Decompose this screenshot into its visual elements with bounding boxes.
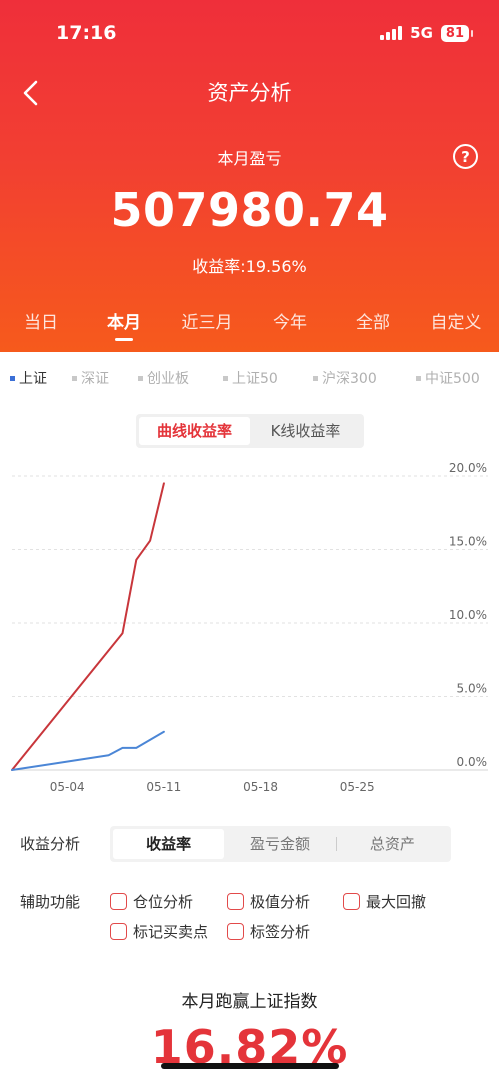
index-csi500[interactable]: 中证500 <box>416 368 480 388</box>
checkbox-extreme-analysis[interactable]: 极值分析 <box>227 891 310 912</box>
yield-chart: 20.0%15.0%10.0%5.0%0.0% 05-04 05-11 05-18 0… <box>11 461 488 794</box>
checkbox-mark-trades[interactable]: 标记买卖点 <box>110 921 208 942</box>
chart-series <box>11 482 165 771</box>
index-marker <box>313 375 318 381</box>
checkbox-tag-analysis[interactable]: 标签分析 <box>227 921 310 942</box>
tab-this-month[interactable]: 本月 <box>107 308 141 333</box>
x-tick-label: 05-25 <box>340 780 375 794</box>
checkbox-label: 极值分析 <box>250 893 311 911</box>
analysis-label: 收益分析 <box>20 835 81 853</box>
page-title: 资产分析 <box>207 81 292 105</box>
checkbox-label: 仓位分析 <box>133 893 194 911</box>
beat-index-title: 本月跑赢上证指数 <box>181 992 318 1012</box>
tab-custom[interactable]: 自定义 <box>431 308 482 333</box>
index-marker <box>138 375 143 381</box>
tab-all[interactable]: 全部 <box>356 308 390 333</box>
help-icon[interactable]: ? <box>452 143 479 170</box>
tab-three-months[interactable]: 近三月 <box>182 308 233 333</box>
network-type: 5G <box>410 24 433 42</box>
chart-type-toggle: 曲线收益率 K线收益率 <box>136 414 364 448</box>
yield-value: 19.56% <box>245 257 307 276</box>
pl-amount: 507980.74 <box>110 183 389 237</box>
chart-y-ticks: 20.0% 15.0% 10.0% 5.0% 0.0% <box>449 461 487 769</box>
checkbox-label: 最大回撤 <box>366 893 427 911</box>
index-shenzhen[interactable]: 深证 <box>72 368 109 388</box>
x-tick-label: 05-18 <box>243 780 278 794</box>
x-tick-label: 05-11 <box>146 780 181 794</box>
checkbox-label: 标记买卖点 <box>133 923 209 941</box>
index-marker <box>416 375 421 381</box>
tab-today[interactable]: 当日 <box>24 308 58 333</box>
index-label: 上证50 <box>232 371 278 387</box>
chart-grid <box>12 475 488 771</box>
checkbox-icon[interactable] <box>343 893 360 910</box>
segment-total-assets[interactable]: 总资产 <box>337 829 448 859</box>
signal-icon <box>380 26 403 40</box>
home-indicator <box>161 1063 339 1069</box>
status-bar-right: 5G 81 <box>380 24 474 42</box>
status-time: 17:16 <box>56 22 117 44</box>
pl-label: 本月盈亏 <box>217 149 282 168</box>
y-tick-label: 15.0% <box>449 535 487 549</box>
tab-this-year[interactable]: 今年 <box>273 308 307 333</box>
battery-icon: 81 <box>440 24 474 42</box>
y-tick-label: 5.0% <box>457 682 488 696</box>
svg-text:?: ? <box>461 148 470 166</box>
checkbox-icon[interactable] <box>110 923 127 940</box>
segment-yield[interactable]: 收益率 <box>113 829 225 859</box>
segment-pl-amount[interactable]: 盈亏金额 <box>224 829 335 859</box>
header: 17:16 5G 81 资产分析 本月盈亏 ? 507980.74 收益率:19… <box>0 0 499 352</box>
kline-yield-button[interactable]: K线收益率 <box>250 417 361 445</box>
checkbox-label: 标签分析 <box>250 923 311 941</box>
index-label: 创业板 <box>147 371 189 387</box>
index-marker <box>72 375 77 381</box>
x-tick-label: 05-04 <box>50 780 85 794</box>
checkbox-icon[interactable] <box>227 893 244 910</box>
chart-x-ticks: 05-04 05-11 05-18 05-25 <box>50 780 375 794</box>
period-tabs: 当日 本月 近三月 今年 全部 自定义 <box>0 308 499 344</box>
index-label: 深证 <box>81 371 109 387</box>
checkbox-max-drawdown[interactable]: 最大回撤 <box>343 891 426 912</box>
curve-yield-button[interactable]: 曲线收益率 <box>139 417 250 445</box>
index-filter-row: 上证 深证 创业板 上证50 沪深300 中证500 <box>0 368 499 392</box>
index-sse50[interactable]: 上证50 <box>223 368 278 388</box>
analysis-segment: 收益率 盈亏金额 总资产 <box>110 826 451 862</box>
index-csi300[interactable]: 沪深300 <box>313 368 377 388</box>
checkbox-icon[interactable] <box>227 923 244 940</box>
series-line-1 <box>11 482 165 771</box>
yield-label: 收益率: <box>192 257 246 276</box>
checkbox-icon[interactable] <box>110 893 127 910</box>
index-label: 沪深300 <box>322 371 377 387</box>
index-shanghai[interactable]: 上证 <box>10 368 47 388</box>
series-line-2 <box>11 730 165 771</box>
index-label: 中证500 <box>425 371 480 387</box>
index-label: 上证 <box>19 371 47 387</box>
yield-line: 收益率:19.56% <box>0 253 499 277</box>
analysis-row: 收益分析 收益率 盈亏金额 总资产 <box>0 826 499 862</box>
index-marker <box>223 375 228 381</box>
checkbox-position-analysis[interactable]: 仓位分析 <box>110 891 193 912</box>
active-tab-indicator <box>115 338 133 341</box>
y-tick-label: 0.0% <box>457 755 488 769</box>
index-marker <box>10 375 15 381</box>
y-tick-label: 10.0% <box>449 608 487 622</box>
y-tick-label: 20.0% <box>449 461 487 475</box>
index-chinext[interactable]: 创业板 <box>138 368 189 388</box>
aux-label: 辅助功能 <box>20 893 81 911</box>
